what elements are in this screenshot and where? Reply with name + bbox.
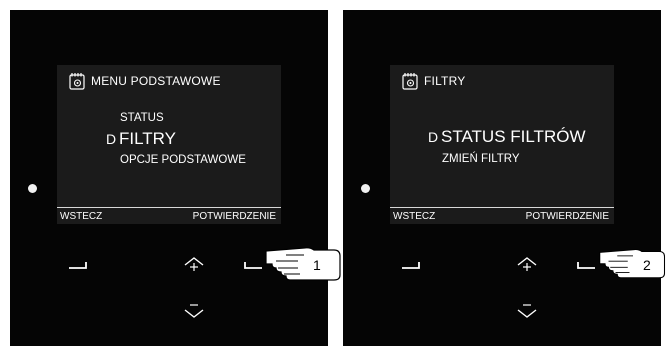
- status-led: [28, 184, 37, 193]
- minus-down-chevron-icon: [184, 304, 204, 318]
- soft-key-label-back: WSTECZ: [393, 211, 436, 222]
- calendar-gear-icon: [69, 73, 85, 90]
- soft-key-label-back: WSTECZ: [60, 211, 103, 222]
- screen-header: FILTRY: [402, 71, 465, 91]
- menu-item-label: STATUS FILTRÓW: [441, 127, 586, 146]
- menu-title: FILTRY: [424, 74, 466, 88]
- soft-key-label-confirm: POTWIERDZENIE: [525, 211, 609, 222]
- left-soft-key[interactable]: [68, 260, 88, 270]
- soft-key-label-confirm: POTWIERDZENIE: [192, 211, 276, 222]
- status-led: [361, 184, 370, 193]
- menu-item-status-filtrow[interactable]: D STATUS FILTRÓW: [428, 127, 586, 147]
- right-key-icon: [244, 262, 262, 269]
- display-screen: FILTRY D STATUS FILTRÓW ZMIEŃ FILTRY WSTE…: [390, 65, 614, 224]
- right-soft-key[interactable]: [576, 260, 596, 270]
- right-soft-key[interactable]: [243, 260, 263, 270]
- left-soft-key[interactable]: [401, 260, 421, 270]
- menu-item-filtry[interactable]: D FILTRY: [106, 129, 176, 149]
- down-minus-key[interactable]: [183, 302, 205, 320]
- menu-item-status[interactable]: STATUS: [120, 112, 164, 124]
- display-screen: MENU PODSTAWOWE STATUS D FILTRY OPCJE POD…: [57, 65, 281, 224]
- left-key-icon: [402, 262, 420, 269]
- menu-title: MENU PODSTAWOWE: [91, 74, 221, 88]
- pointer-d-icon: D: [106, 131, 117, 147]
- control-panel-1: MENU PODSTAWOWE STATUS D FILTRY OPCJE POD…: [10, 10, 328, 346]
- pointer-d-icon: D: [428, 129, 439, 145]
- plus-up-chevron-icon: [517, 257, 537, 271]
- plus-up-chevron-icon: [184, 257, 204, 271]
- screen-header: MENU PODSTAWOWE: [69, 71, 221, 91]
- menu-item-zmien-filtry[interactable]: ZMIEŃ FILTRY: [442, 153, 520, 165]
- left-key-icon: [69, 262, 87, 269]
- callout-number: 1: [313, 257, 321, 273]
- menu-item-opcje-podstawowe[interactable]: OPCJE PODSTAWOWE: [120, 154, 246, 166]
- divider: [57, 207, 281, 208]
- divider: [390, 207, 614, 208]
- menu-item-label: FILTRY: [119, 129, 176, 148]
- minus-down-chevron-icon: [517, 304, 537, 318]
- up-plus-key[interactable]: [183, 255, 205, 273]
- control-panel-2: FILTRY D STATUS FILTRÓW ZMIEŃ FILTRY WSTE…: [343, 10, 661, 346]
- right-key-icon: [577, 262, 595, 269]
- pointing-hand-icon: 1: [264, 241, 344, 288]
- down-minus-key[interactable]: [516, 302, 538, 320]
- up-plus-key[interactable]: [516, 255, 538, 273]
- callout-number: 2: [643, 257, 651, 273]
- pointing-hand-icon: 2: [598, 241, 668, 288]
- calendar-gear-icon: [402, 73, 418, 90]
